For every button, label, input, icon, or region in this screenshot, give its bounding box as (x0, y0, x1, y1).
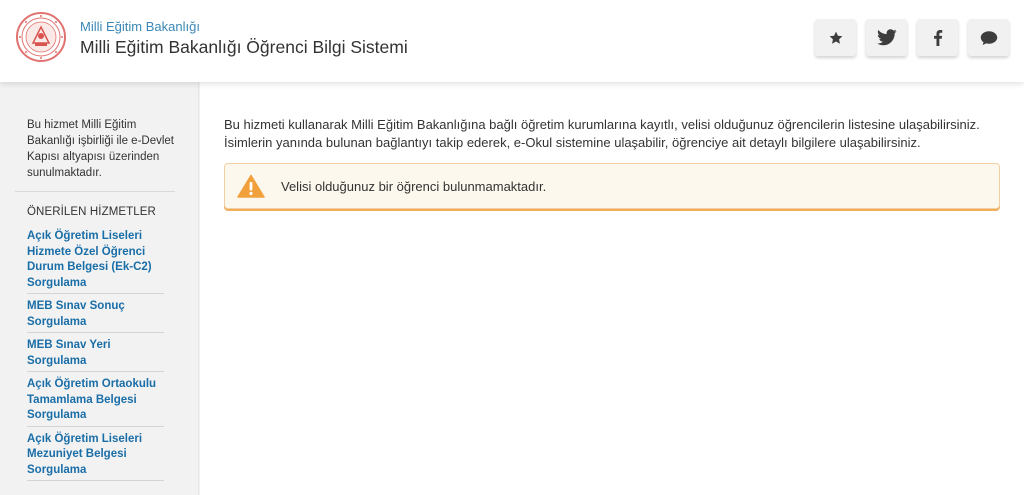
twitter-icon (876, 29, 897, 46)
recommended-service-link[interactable]: MEB Sınav Sonuç Sorgulama (27, 299, 164, 330)
favorite-button[interactable] (815, 19, 856, 56)
feedback-button[interactable] (968, 19, 1009, 56)
alert-message: Velisi olduğunuz bir öğrenci bulunmamakt… (281, 179, 547, 194)
app-title[interactable]: Milli Eğitim Bakanlığı Öğrenci Bilgi Sis… (80, 37, 408, 58)
list-item: MEB Sınav Yeri Sorgulama (27, 338, 164, 372)
twitter-share-button[interactable] (866, 19, 907, 56)
service-info-text: Bu hizmet Milli Eğitim Bakanlığı işbirli… (27, 119, 175, 179)
facebook-icon (933, 29, 942, 46)
sidebar: Bu hizmet Milli Eğitim Bakanlığı işbirli… (0, 82, 199, 495)
list-item: Açık Öğretim Ortaokulu Tamamlama Belgesi… (27, 377, 164, 427)
warning-alert: Velisi olduğunuz bir öğrenci bulunmamakt… (224, 163, 1000, 209)
recommended-service-link[interactable]: Açık Öğretim Liseleri Mezuniyet Belgesi … (27, 432, 164, 479)
list-item: MEB Sınav Sonuç Sorgulama (27, 299, 164, 333)
recommended-service-link[interactable]: Açık Öğretim Liseleri Hizmete Özel Öğren… (27, 229, 164, 291)
list-item: Açık Öğretim Liseleri Hizmete Özel Öğren… (27, 229, 164, 294)
org-name[interactable]: Milli Eğitim Bakanlığı (80, 19, 200, 34)
page-header: Milli Eğitim Bakanlığı Milli Eğitim Baka… (0, 0, 1024, 82)
recommended-service-link[interactable]: MEB Sınav Yeri Sorgulama (27, 338, 164, 369)
facebook-share-button[interactable] (917, 19, 958, 56)
list-item: Açık Öğretim Liseleri Mezuniyet Belgesi … (27, 432, 164, 481)
recommended-service-link[interactable]: Açık Öğretim Ortaokulu Tamamlama Belgesi… (27, 377, 164, 424)
recommended-services-list: Açık Öğretim Liseleri Hizmete Özel Öğren… (27, 229, 164, 486)
meb-seal-logo[interactable] (15, 11, 67, 63)
service-description: Bu hizmeti kullanarak Milli Eğitim Bakan… (224, 117, 980, 150)
chat-bubble-icon (980, 30, 997, 45)
recommended-services-heading: ÖNERİLEN HİZMETLER (27, 206, 156, 218)
sidebar-divider (15, 191, 175, 192)
star-icon (829, 31, 842, 44)
warning-icon (237, 174, 265, 198)
main-content: Bu hizmeti kullanarak Milli Eğitim Bakan… (200, 82, 1024, 495)
social-share-toolbar (815, 19, 1009, 56)
